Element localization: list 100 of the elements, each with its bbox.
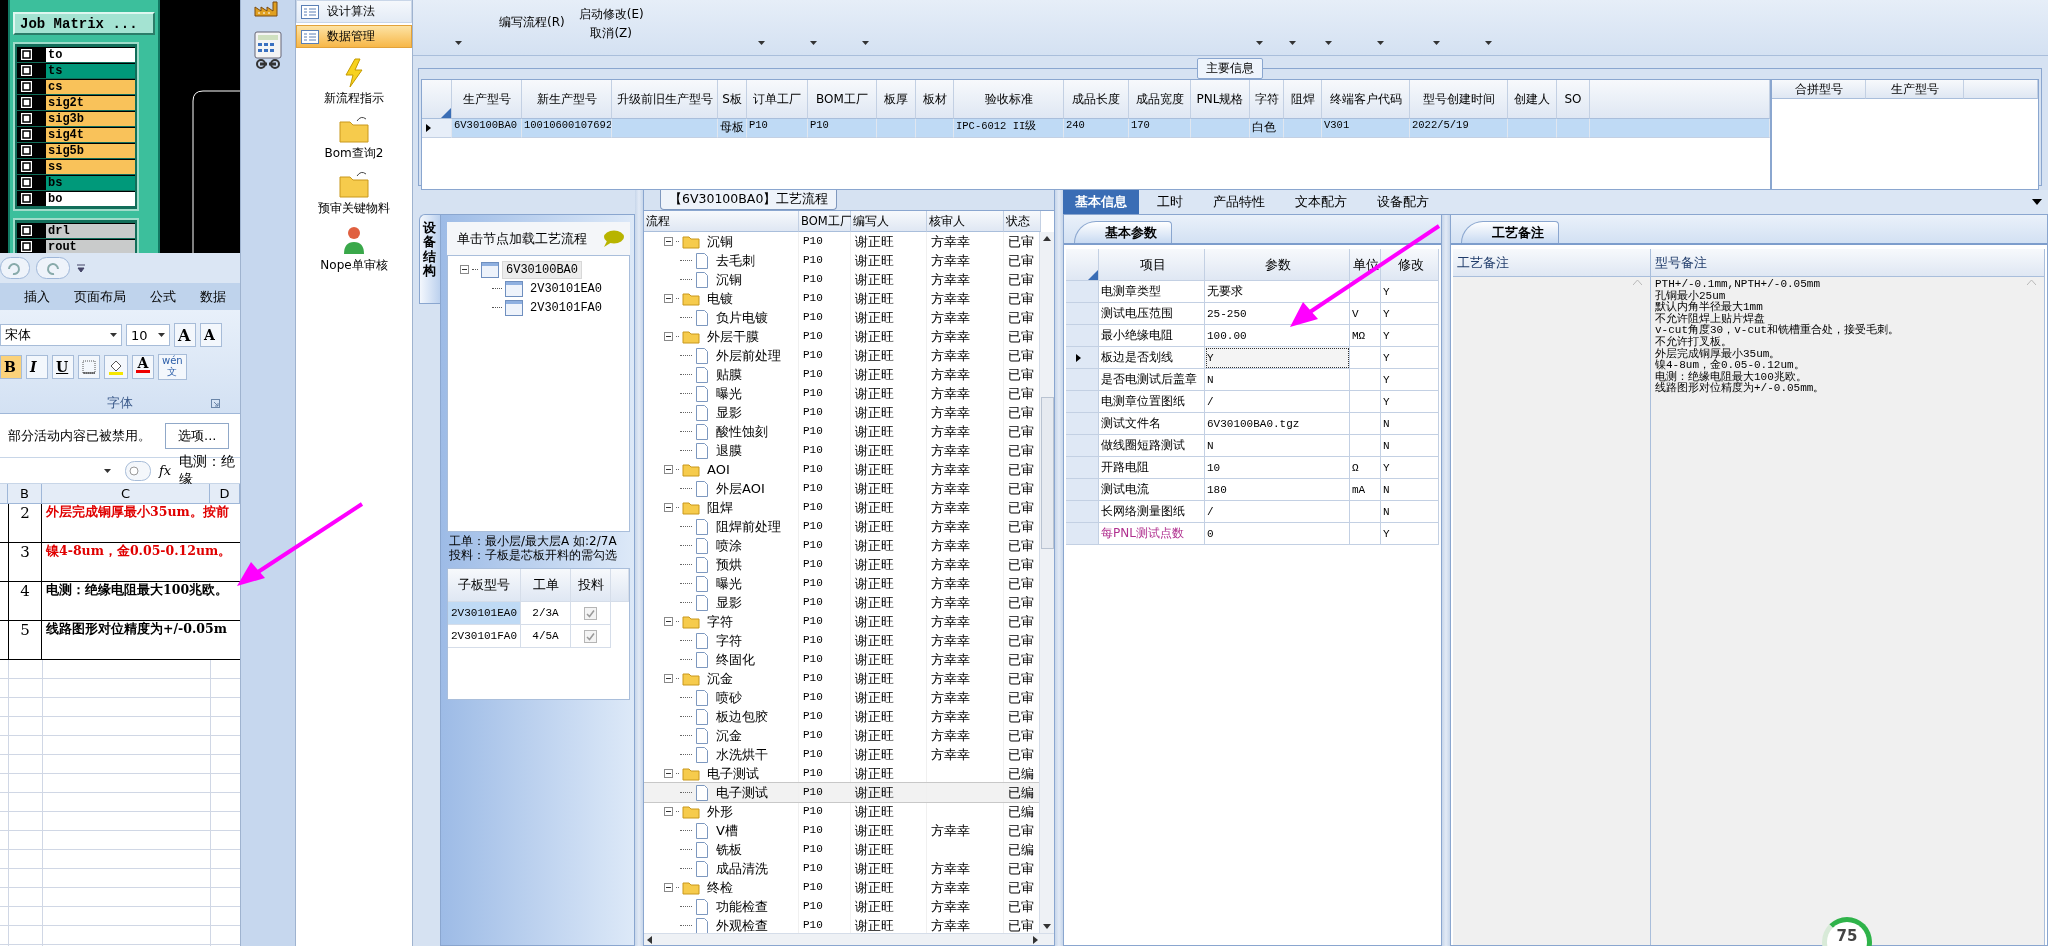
fill-color-button[interactable] — [104, 355, 128, 379]
column-header[interactable]: 新生产型号 — [522, 80, 612, 119]
tab[interactable]: 设备配方 — [1365, 190, 1441, 214]
column-header[interactable]: 投料 — [571, 569, 611, 602]
vertical-scrollbar[interactable] — [1039, 232, 1054, 933]
layer-checkbox[interactable] — [21, 65, 32, 76]
font-size-button[interactable]: A — [200, 323, 222, 347]
layer-name[interactable]: cs — [46, 79, 135, 94]
layer-checkbox[interactable] — [21, 177, 32, 188]
column-header[interactable]: 创建人 — [1508, 80, 1557, 119]
column-header[interactable]: 生产型号 — [452, 80, 522, 119]
column-header[interactable]: 字符 — [1250, 80, 1284, 119]
ribbon-tab[interactable]: 公式 — [150, 287, 176, 306]
column-header[interactable]: 订单工厂 — [747, 80, 808, 119]
border-button[interactable] — [78, 355, 100, 379]
ribbon-tab[interactable]: 插入 — [24, 287, 50, 306]
column-header[interactable]: 型号创建时间 — [1410, 80, 1508, 119]
sidebar-section[interactable]: 设计算法 — [296, 0, 412, 23]
table-cell[interactable]: 2V30101FA0 — [448, 625, 521, 648]
tab[interactable]: 文本配方 — [1283, 190, 1359, 214]
sidebar-item[interactable]: 新流程指示 — [296, 58, 412, 107]
sidebar-section[interactable]: 数据管理 — [296, 25, 412, 48]
table-cell[interactable]: 180 — [1205, 479, 1350, 501]
table-cell[interactable]: Y — [1205, 347, 1350, 369]
dropdown-arrow-icon[interactable] — [1289, 41, 1296, 45]
sub-tab[interactable]: 基本参数 — [1074, 221, 1172, 243]
layer-name[interactable]: ss — [46, 159, 135, 174]
layer-name[interactable]: bo — [46, 191, 135, 206]
row-header[interactable] — [1066, 347, 1099, 369]
table-cell[interactable]: / — [1205, 391, 1350, 413]
sub-tab[interactable]: 工艺备注 — [1461, 221, 1559, 243]
format-button[interactable]: U — [52, 355, 74, 379]
scroll-thumb[interactable] — [1040, 396, 1054, 549]
sidebar-item[interactable]: Nope单审核 — [296, 225, 412, 274]
toolbar-button[interactable]: 取消(Z) — [588, 25, 634, 42]
job-matrix-button[interactable]: Job Matrix ... — [13, 12, 155, 35]
column-header[interactable]: 参数 — [1205, 249, 1350, 281]
column-header[interactable]: 子板型号 — [448, 569, 521, 602]
sidebar-item[interactable]: 预审关键物料 — [296, 170, 412, 217]
dropdown-arrow-icon[interactable] — [1377, 41, 1384, 45]
options-button[interactable]: 选项... — [165, 422, 230, 449]
layer-name[interactable]: sig3b — [46, 111, 135, 126]
scroll-left-icon[interactable] — [647, 935, 652, 944]
column-header[interactable]: 工艺备注 — [1453, 249, 1651, 277]
column-header[interactable]: PNL规格 — [1191, 80, 1250, 119]
phonetic-button[interactable]: wén 文 — [158, 354, 187, 380]
layer-checkbox[interactable] — [21, 49, 32, 60]
dropdown-arrow-icon[interactable] — [158, 333, 165, 337]
layer-checkbox[interactable] — [21, 161, 32, 172]
column-header[interactable]: 流程 — [644, 211, 799, 232]
table-cell[interactable]: N — [1205, 369, 1350, 391]
column-header[interactable]: 状态 — [1004, 211, 1041, 232]
layer-checkbox[interactable] — [21, 113, 32, 124]
collapse-icon[interactable] — [664, 617, 673, 626]
column-header[interactable]: 验收标准 — [954, 80, 1064, 119]
table-cell[interactable]: 无要求 — [1205, 281, 1350, 303]
font-size-field[interactable]: 10 — [126, 324, 170, 346]
checkbox[interactable] — [584, 629, 597, 643]
dropdown-arrow-icon[interactable] — [110, 333, 117, 337]
dropdown-arrow-icon[interactable] — [810, 41, 817, 45]
format-button[interactable]: I — [26, 355, 48, 379]
column-header[interactable]: 核审人 — [927, 211, 1004, 232]
collapse-icon[interactable] — [664, 807, 673, 816]
customize-icon[interactable] — [76, 263, 86, 273]
column-header[interactable]: 合拼型号 — [1772, 80, 1866, 99]
dropdown-arrow-icon[interactable] — [758, 41, 765, 45]
table-cell[interactable]: 0 — [1205, 523, 1350, 545]
layer-checkbox[interactable] — [21, 129, 32, 140]
layer-name[interactable]: rout — [46, 239, 135, 253]
dropdown-arrow-icon[interactable] — [1256, 41, 1263, 45]
column-header[interactable]: BOM工厂 — [799, 211, 851, 232]
layer-checkbox[interactable] — [21, 145, 32, 156]
ribbon-tab[interactable]: 页面布局 — [74, 287, 126, 306]
layer-name[interactable]: ts — [46, 63, 135, 78]
dropdown-arrow-icon[interactable] — [1433, 41, 1440, 45]
layer-checkbox[interactable] — [21, 97, 32, 108]
column-header[interactable]: 终端客户代码 — [1322, 80, 1410, 119]
layer-checkbox[interactable] — [21, 241, 32, 252]
tab[interactable]: 产品特性 — [1201, 190, 1277, 214]
horizontal-scrollbar[interactable] — [644, 933, 1054, 945]
collapse-icon[interactable] — [664, 674, 673, 683]
layer-name[interactable]: sig4t — [46, 127, 135, 142]
table-cell[interactable]: N — [1205, 435, 1350, 457]
checkbox[interactable] — [584, 606, 597, 620]
dropdown-arrow-icon[interactable] — [1325, 41, 1332, 45]
collapse-icon[interactable] — [664, 294, 673, 303]
column-header[interactable]: S板 — [718, 80, 747, 119]
collapse-icon[interactable] — [664, 503, 673, 512]
table-cell[interactable]: 6V30100BA0.tgz — [1205, 413, 1350, 435]
column-header[interactable]: 板厚 — [877, 80, 916, 119]
column-header[interactable]: 成品长度 — [1064, 80, 1129, 119]
dropdown-arrow-icon[interactable] — [104, 468, 111, 473]
layer-name[interactable]: bs — [46, 175, 135, 190]
layer-name[interactable]: drl — [46, 223, 135, 238]
column-header[interactable]: BOM工厂 — [808, 80, 877, 119]
side-tab[interactable]: 设备结构 — [419, 214, 440, 304]
table-cell[interactable]: / — [1205, 501, 1350, 523]
column-header[interactable]: 阻焊 — [1284, 80, 1322, 119]
column-header[interactable]: 升级前旧生产型号 — [612, 80, 718, 119]
format-button[interactable]: B — [0, 355, 22, 379]
